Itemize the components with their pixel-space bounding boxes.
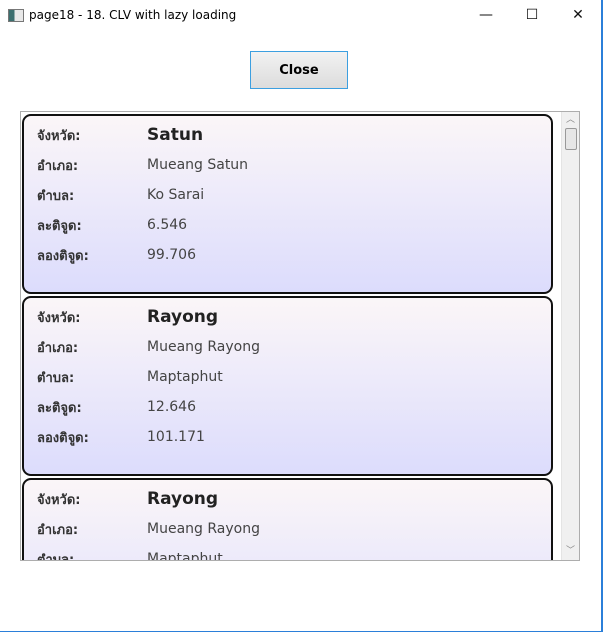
list-item[interactable]: จังหวัด: Rayong อำเภอ: Mueang Rayong ตำบล: Ma… [22,478,553,561]
subdistrict-value: Maptaphut [147,369,223,385]
scroll-up-icon[interactable]: ︿ [562,112,579,129]
app-icon [8,9,24,22]
subdistrict-label: ตำบล: [37,188,75,204]
minimize-button[interactable]: — [463,0,509,30]
field-row-subdistrict: ตำบล: Maptaphut [37,365,223,389]
field-row-longitude: ลองติจูด: 101.171 [37,425,205,449]
district-label: อำเภอ: [37,340,79,356]
window: page18 - 18. CLV with lazy loading — ☐ ✕… [0,0,603,632]
subdistrict-label: ตำบล: [37,552,75,561]
province-value: Satun [147,125,204,145]
latitude-label: ละติจูด: [37,400,82,416]
province-label: จังหวัด: [37,492,81,508]
district-label: อำเภอ: [37,158,79,174]
longitude-label: ลองติจูด: [37,430,89,446]
latitude-value: 6.546 [147,217,188,233]
district-value: Mueang Rayong [147,521,260,537]
province-label: จังหวัด: [37,310,81,326]
field-row-province: จังหวัด: Satun [37,123,203,147]
latitude-value: 12.646 [147,399,196,415]
district-value: Mueang Satun [147,157,249,173]
close-window-button[interactable]: ✕ [555,0,601,30]
subdistrict-value: Maptaphut [147,551,223,561]
field-row-district: อำเภอ: Mueang Rayong [37,335,260,359]
subdistrict-label: ตำบล: [37,370,75,386]
title-bar: page18 - 18. CLV with lazy loading — ☐ ✕ [0,0,601,32]
subdistrict-value: Ko Sarai [147,187,205,203]
collection-view[interactable]: จังหวัด: Satun อำเภอ: Mueang Satun ตำบล: Ko S… [20,111,580,561]
field-row-longitude: ลองติจูด: 99.706 [37,243,196,267]
district-label: อำเภอ: [37,522,79,538]
field-row-subdistrict: ตำบล: Ko Sarai [37,183,204,207]
window-title: page18 - 18. CLV with lazy loading [29,8,237,22]
close-button[interactable]: Close [250,51,348,89]
province-value: Rayong [147,307,219,327]
field-row-district: อำเภอ: Mueang Rayong [37,517,260,541]
field-row-province: จังหวัด: Rayong [37,305,218,329]
field-row-latitude: ละติจูด: 6.546 [37,213,187,237]
longitude-value: 101.171 [147,429,205,445]
list-item[interactable]: จังหวัด: Rayong อำเภอ: Mueang Rayong ตำบล: Ma… [22,296,553,476]
province-label: จังหวัด: [37,128,81,144]
field-row-district: อำเภอ: Mueang Satun [37,153,248,177]
scroll-down-icon[interactable]: ﹀ [562,543,579,560]
longitude-value: 99.706 [147,247,196,263]
field-row-latitude: ละติจูด: 12.646 [37,395,196,419]
vertical-scrollbar[interactable]: ︿ ﹀ [561,112,579,560]
district-value: Mueang Rayong [147,339,260,355]
field-row-subdistrict: ตำบล: Maptaphut [37,547,223,561]
province-value: Rayong [147,489,219,509]
scroll-thumb[interactable] [565,128,577,150]
longitude-label: ลองติจูด: [37,248,89,264]
latitude-label: ละติจูด: [37,218,82,234]
list-item[interactable]: จังหวัด: Satun อำเภอ: Mueang Satun ตำบล: Ko S… [22,114,553,294]
maximize-button[interactable]: ☐ [509,0,555,30]
field-row-province: จังหวัด: Rayong [37,487,218,511]
